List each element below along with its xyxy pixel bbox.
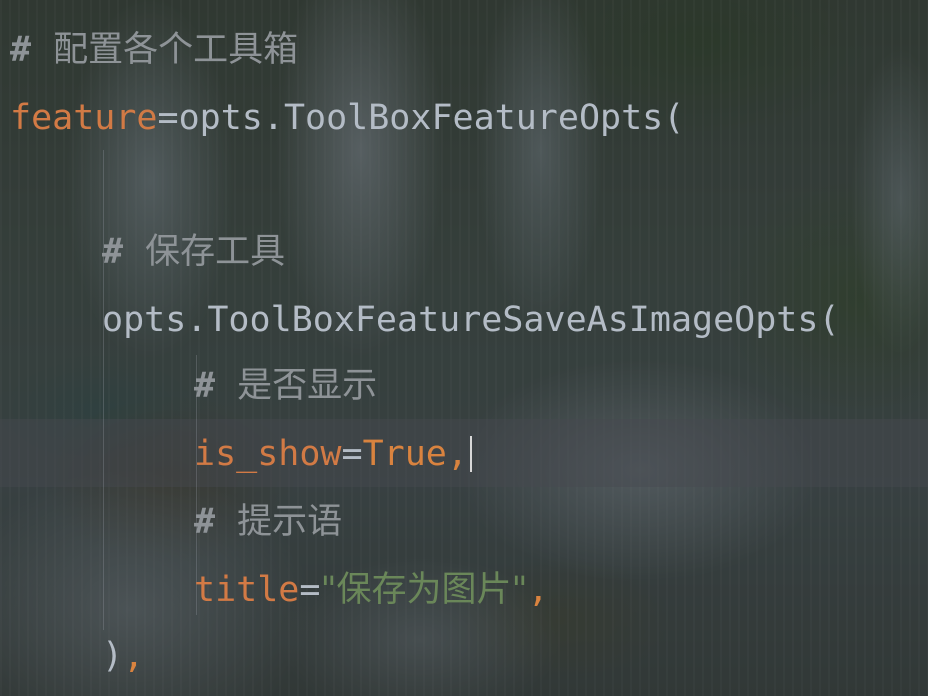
keyword-argument: title <box>194 569 300 610</box>
code-line-5[interactable]: # 是否显示 <box>194 366 377 406</box>
code-line-1[interactable]: # 配置各个工具箱 <box>10 30 298 70</box>
code-line-2[interactable]: feature =opts.ToolBoxFeatureOpts( <box>10 98 684 138</box>
code-text: =opts.ToolBoxFeatureOpts( <box>157 97 685 138</box>
comma: , <box>123 635 145 676</box>
comment-hash: # <box>194 501 216 542</box>
comment-text: 是否显示 <box>237 365 378 406</box>
code-line-4[interactable]: opts.ToolBoxFeatureSaveAsImageOpts( <box>102 300 840 340</box>
closing-paren: ) <box>102 635 124 676</box>
comment-hash: # <box>194 365 216 406</box>
code-line-9[interactable]: ), <box>102 636 144 676</box>
keyword-argument: is_show <box>194 433 342 474</box>
equals-sign: = <box>341 433 363 474</box>
comment-hash: # <box>10 29 32 70</box>
comment-hash: # <box>102 231 124 272</box>
comment-text: 保存工具 <box>145 231 286 272</box>
code-text: opts.ToolBoxFeatureSaveAsImageOpts( <box>102 299 840 340</box>
keyword-argument: feature <box>10 97 158 138</box>
equals-sign: = <box>299 569 321 610</box>
code-line-6[interactable]: is_show = True, <box>194 434 472 474</box>
text-cursor <box>469 436 472 472</box>
code-line-7[interactable]: # 提示语 <box>194 502 342 542</box>
comma: , <box>527 569 549 610</box>
code-line-8[interactable]: title = "保存为图片", <box>194 570 549 610</box>
comment-text: 提示语 <box>237 501 343 542</box>
comment-text: 配置各个工具箱 <box>53 29 299 70</box>
code-line-3[interactable]: # 保存工具 <box>102 232 285 272</box>
string-literal: "保存为图片" <box>320 569 528 610</box>
code-editor[interactable]: # 配置各个工具箱 feature =opts.ToolBoxFeatureOpts… <box>0 0 928 696</box>
boolean-literal: True, <box>362 433 468 474</box>
